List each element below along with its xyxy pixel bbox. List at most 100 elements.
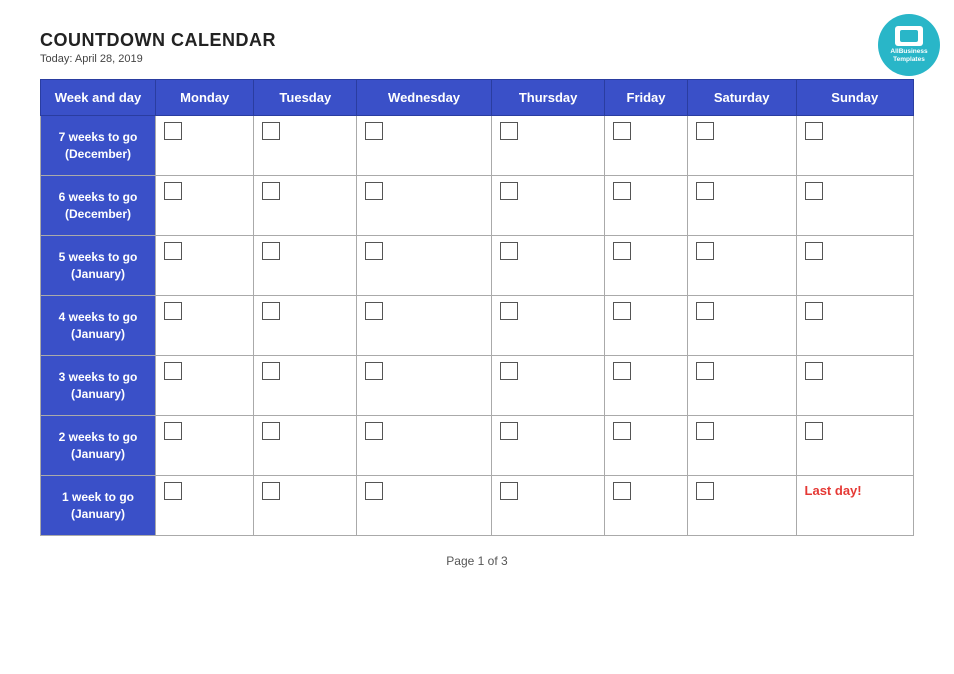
checkbox-6-1[interactable] [262,482,280,500]
logo-icon [895,26,923,46]
checkbox-1-5[interactable] [696,182,714,200]
row-6-day-4 [605,476,687,536]
checkbox-6-4[interactable] [613,482,631,500]
row-6-day-0 [156,476,254,536]
row-4-label: 3 weeks to go(January) [41,356,156,416]
checkbox-3-5[interactable] [696,302,714,320]
checkbox-3-2[interactable] [365,302,383,320]
row-2-label: 5 weeks to go(January) [41,236,156,296]
row-6-day-1 [254,476,357,536]
checkbox-0-3[interactable] [500,122,518,140]
last-day-label: Last day! [805,483,862,498]
row-6-label: 1 week to go(January) [41,476,156,536]
checkbox-2-2[interactable] [365,242,383,260]
row-3-day-2 [357,296,492,356]
checkbox-5-2[interactable] [365,422,383,440]
checkbox-2-5[interactable] [696,242,714,260]
checkbox-1-sun[interactable] [805,182,823,200]
checkbox-0-4[interactable] [613,122,631,140]
row-2-day-3 [491,236,604,296]
row-0-sunday [796,116,913,176]
checkbox-0-1[interactable] [262,122,280,140]
page: AllBusinessTemplates COUNTDOWN CALENDAR … [0,0,954,674]
row-2-day-4 [605,236,687,296]
checkbox-2-3[interactable] [500,242,518,260]
header-thursday: Thursday [491,80,604,116]
checkbox-1-2[interactable] [365,182,383,200]
row-4-sunday [796,356,913,416]
checkbox-5-5[interactable] [696,422,714,440]
row-1-day-1 [254,176,357,236]
row-5-sunday [796,416,913,476]
header-week: Week and day [41,80,156,116]
logo: AllBusinessTemplates [878,14,940,76]
header-saturday: Saturday [687,80,796,116]
row-2-sunday [796,236,913,296]
logo-text: AllBusinessTemplates [890,48,927,64]
header-tuesday: Tuesday [254,80,357,116]
checkbox-4-4[interactable] [613,362,631,380]
row-6-day-2 [357,476,492,536]
row-4-day-0 [156,356,254,416]
row-1-label: 6 weeks to go(December) [41,176,156,236]
checkbox-3-sun[interactable] [805,302,823,320]
row-1-day-4 [605,176,687,236]
row-1-day-3 [491,176,604,236]
row-3-sunday [796,296,913,356]
row-0-day-5 [687,116,796,176]
checkbox-2-0[interactable] [164,242,182,260]
row-2-day-2 [357,236,492,296]
row-3-day-3 [491,296,604,356]
row-1-day-5 [687,176,796,236]
row-0-day-1 [254,116,357,176]
checkbox-4-3[interactable] [500,362,518,380]
checkbox-1-4[interactable] [613,182,631,200]
checkbox-5-3[interactable] [500,422,518,440]
checkbox-6-0[interactable] [164,482,182,500]
row-4-day-2 [357,356,492,416]
checkbox-5-1[interactable] [262,422,280,440]
checkbox-0-2[interactable] [365,122,383,140]
checkbox-6-5[interactable] [696,482,714,500]
checkbox-5-sun[interactable] [805,422,823,440]
checkbox-2-4[interactable] [613,242,631,260]
checkbox-0-sun[interactable] [805,122,823,140]
checkbox-3-4[interactable] [613,302,631,320]
checkbox-5-0[interactable] [164,422,182,440]
row-0-day-2 [357,116,492,176]
header-wednesday: Wednesday [357,80,492,116]
row-6-day-5 [687,476,796,536]
row-3-label: 4 weeks to go(January) [41,296,156,356]
checkbox-2-sun[interactable] [805,242,823,260]
header-friday: Friday [605,80,687,116]
row-4-day-5 [687,356,796,416]
checkbox-1-1[interactable] [262,182,280,200]
row-1-sunday [796,176,913,236]
checkbox-5-4[interactable] [613,422,631,440]
row-1-day-0 [156,176,254,236]
checkbox-6-3[interactable] [500,482,518,500]
row-4-day-4 [605,356,687,416]
checkbox-1-3[interactable] [500,182,518,200]
checkbox-3-0[interactable] [164,302,182,320]
checkbox-0-0[interactable] [164,122,182,140]
checkbox-4-sun[interactable] [805,362,823,380]
row-3-day-5 [687,296,796,356]
checkbox-2-1[interactable] [262,242,280,260]
row-3-day-0 [156,296,254,356]
row-5-day-2 [357,416,492,476]
header-sunday: Sunday [796,80,913,116]
checkbox-3-3[interactable] [500,302,518,320]
checkbox-6-2[interactable] [365,482,383,500]
page-subtitle: Today: April 28, 2019 [40,53,914,65]
checkbox-3-1[interactable] [262,302,280,320]
row-2-day-1 [254,236,357,296]
header-monday: Monday [156,80,254,116]
checkbox-4-1[interactable] [262,362,280,380]
checkbox-0-5[interactable] [696,122,714,140]
checkbox-4-2[interactable] [365,362,383,380]
checkbox-1-0[interactable] [164,182,182,200]
checkbox-4-0[interactable] [164,362,182,380]
checkbox-4-5[interactable] [696,362,714,380]
row-5-day-5 [687,416,796,476]
